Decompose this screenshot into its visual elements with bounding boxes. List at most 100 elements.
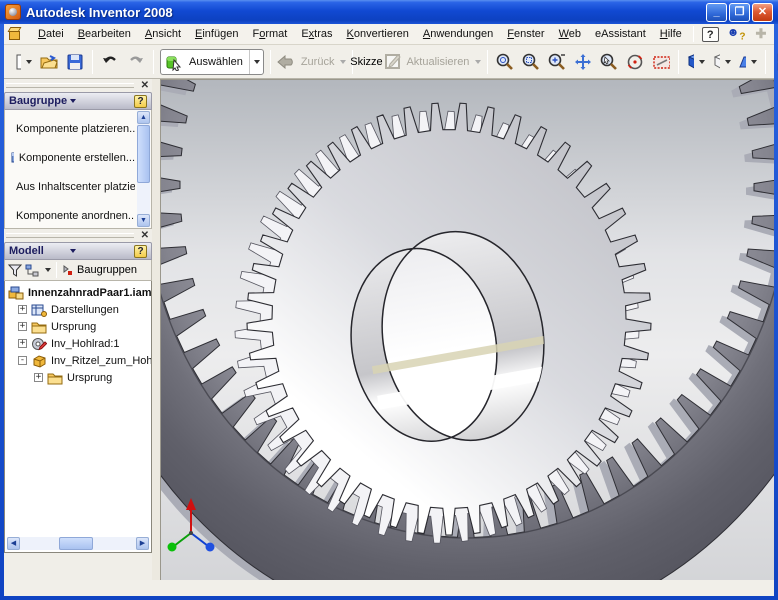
cmd-create-component[interactable]: Komponente erstellen... (7, 143, 135, 172)
tree-darstellungen[interactable]: + Darstellungen (18, 301, 151, 318)
expand-icon[interactable]: + (18, 305, 27, 314)
clipped-toolbar-button[interactable] (770, 49, 778, 75)
menu-bearbeiten[interactable]: Bearbeiten (71, 25, 138, 43)
menu-ansicht[interactable]: Ansicht (138, 25, 188, 43)
menu-hilfe[interactable]: Hilfe (653, 25, 689, 43)
look-at-button[interactable] (648, 49, 674, 75)
expand-icon[interactable]: + (34, 373, 43, 382)
shaded-cube-icon (687, 53, 694, 71)
tree-ursprung-1[interactable]: + Ursprung (18, 318, 151, 335)
zoom-selected-button[interactable] (596, 49, 622, 75)
zoom-window-button[interactable] (518, 49, 544, 75)
expand-icon[interactable]: + (18, 322, 27, 331)
menu-einfuegen[interactable]: Einfügen (188, 25, 245, 43)
select-tool-button[interactable]: Auswählen (160, 49, 264, 75)
hscroll-thumb[interactable] (59, 537, 93, 550)
tree-hscrollbar[interactable]: ◀ ▶ (7, 537, 149, 550)
zoom-all-button[interactable] (492, 49, 518, 75)
zoom-selected-icon (600, 53, 618, 71)
assembly-panel-scrollbar[interactable]: ▲ ▼ (137, 111, 150, 227)
assembly-icon (8, 286, 24, 300)
cmd-place-from-content-center[interactable]: Aus Inhaltscenter platzieren (7, 172, 135, 201)
menu-konvertieren[interactable]: Konvertieren (340, 25, 416, 43)
folder-icon (47, 371, 63, 385)
sketch-label: Skizze (350, 56, 382, 68)
menu-fenster[interactable]: Fenster (500, 25, 551, 43)
assembly-help-icon[interactable]: ? (134, 95, 147, 108)
menu-extras[interactable]: Extras (294, 25, 339, 43)
help-topics-icon[interactable]: ? (702, 27, 719, 42)
menu-eassistant[interactable]: eAssistant (588, 25, 653, 43)
plane-icon (739, 55, 746, 69)
tree-root-assembly[interactable]: InnenzahnradPaar1.iam (8, 284, 151, 301)
plane-dropdown[interactable] (751, 60, 757, 64)
menu-bar: Datei Bearbeiten Ansicht Einfügen Format… (4, 24, 774, 45)
save-button[interactable] (62, 49, 88, 75)
undo-button[interactable] (97, 49, 123, 75)
hierarchy-dropdown[interactable] (45, 268, 51, 272)
display-dropdown[interactable] (699, 60, 705, 64)
assembly-panel-grab[interactable]: ✕ (4, 79, 152, 92)
expand-icon[interactable]: + (18, 339, 27, 348)
camera-dropdown[interactable] (725, 60, 731, 64)
collapse-icon[interactable]: - (18, 356, 27, 365)
menu-web[interactable]: Web (552, 25, 588, 43)
app-icon (5, 4, 21, 20)
zoom-button[interactable] (544, 49, 570, 75)
pan-button[interactable] (570, 49, 596, 75)
viewport[interactable] (160, 79, 774, 580)
update-icon (385, 53, 402, 70)
select-dropdown[interactable] (249, 50, 263, 74)
cmd-place-component[interactable]: Komponente platzieren... (7, 114, 135, 143)
open-folder-icon (40, 54, 58, 70)
scroll-left-icon[interactable]: ◀ (7, 537, 20, 550)
scroll-down-icon[interactable]: ▼ (137, 214, 150, 227)
open-button[interactable] (36, 49, 62, 75)
model-panel-header[interactable]: Modell ? (4, 242, 152, 260)
tree-inv-hohlrad[interactable]: + Inv_Hohlrad:1 (18, 335, 151, 352)
assembly-panel-header[interactable]: Baugruppe ? (4, 92, 152, 110)
panel-splitter[interactable] (152, 79, 160, 580)
filter-icon[interactable] (7, 263, 23, 278)
tree-ursprung-2[interactable]: + Ursprung (34, 369, 151, 386)
scroll-up-icon[interactable]: ▲ (137, 111, 150, 124)
create-component-icon (11, 150, 14, 166)
sketch-button[interactable]: Skizze (357, 49, 383, 75)
menu-format[interactable]: Format (245, 25, 294, 43)
display-shaded-button[interactable] (683, 49, 709, 75)
display-camera-button[interactable] (709, 49, 735, 75)
new-dropdown-arrow[interactable] (26, 60, 32, 64)
model-panel-grab[interactable]: ✕ (4, 229, 152, 242)
assembly-panel-chevron-icon (70, 99, 76, 103)
gear-part-icon (31, 337, 47, 351)
tree-inv-ritzel[interactable]: - Inv_Ritzel_zum_Hohlrad (18, 352, 151, 369)
model-panel-close-icon[interactable]: ✕ (141, 229, 149, 242)
zoom-in-out-icon (548, 53, 566, 71)
close-button[interactable]: ✕ (752, 3, 773, 22)
orbit-icon (626, 53, 644, 71)
help-assistant-icon[interactable]: ☻? (727, 25, 746, 42)
scroll-right-icon[interactable]: ▶ (136, 537, 149, 550)
assemblies-filter-label[interactable]: Baugruppen (77, 264, 137, 276)
back-label: Zurück (297, 56, 339, 68)
redo-icon (127, 54, 145, 70)
assembly-panel-close-icon[interactable]: ✕ (141, 79, 149, 92)
menu-anwendungen[interactable]: Anwendungen (416, 25, 500, 43)
model-tree: InnenzahnradPaar1.iam + Darstellungen + … (4, 281, 152, 553)
menu-datei[interactable]: Datei (31, 25, 71, 43)
new-document-button[interactable] (10, 49, 36, 75)
model-help-icon[interactable]: ? (134, 245, 147, 258)
cmd-pattern-component[interactable]: Komponente anordnen... (7, 201, 135, 230)
maximize-button[interactable]: ❐ (729, 3, 750, 22)
select-tool-label: Auswählen (183, 56, 249, 68)
viewport-canvas[interactable] (161, 80, 774, 580)
zoom-window-icon (522, 53, 540, 71)
orbit-button[interactable] (622, 49, 648, 75)
minimize-button[interactable]: _ (706, 3, 727, 22)
shadow-plane-button[interactable] (735, 49, 761, 75)
title-bar[interactable]: Autodesk Inventor 2008 _ ❐ ✕ (0, 0, 778, 24)
redo-button[interactable] (123, 49, 149, 75)
hierarchy-icon[interactable] (25, 263, 41, 278)
app-window: Autodesk Inventor 2008 _ ❐ ✕ Datei Bearb… (0, 0, 778, 600)
scroll-thumb[interactable] (137, 125, 150, 183)
